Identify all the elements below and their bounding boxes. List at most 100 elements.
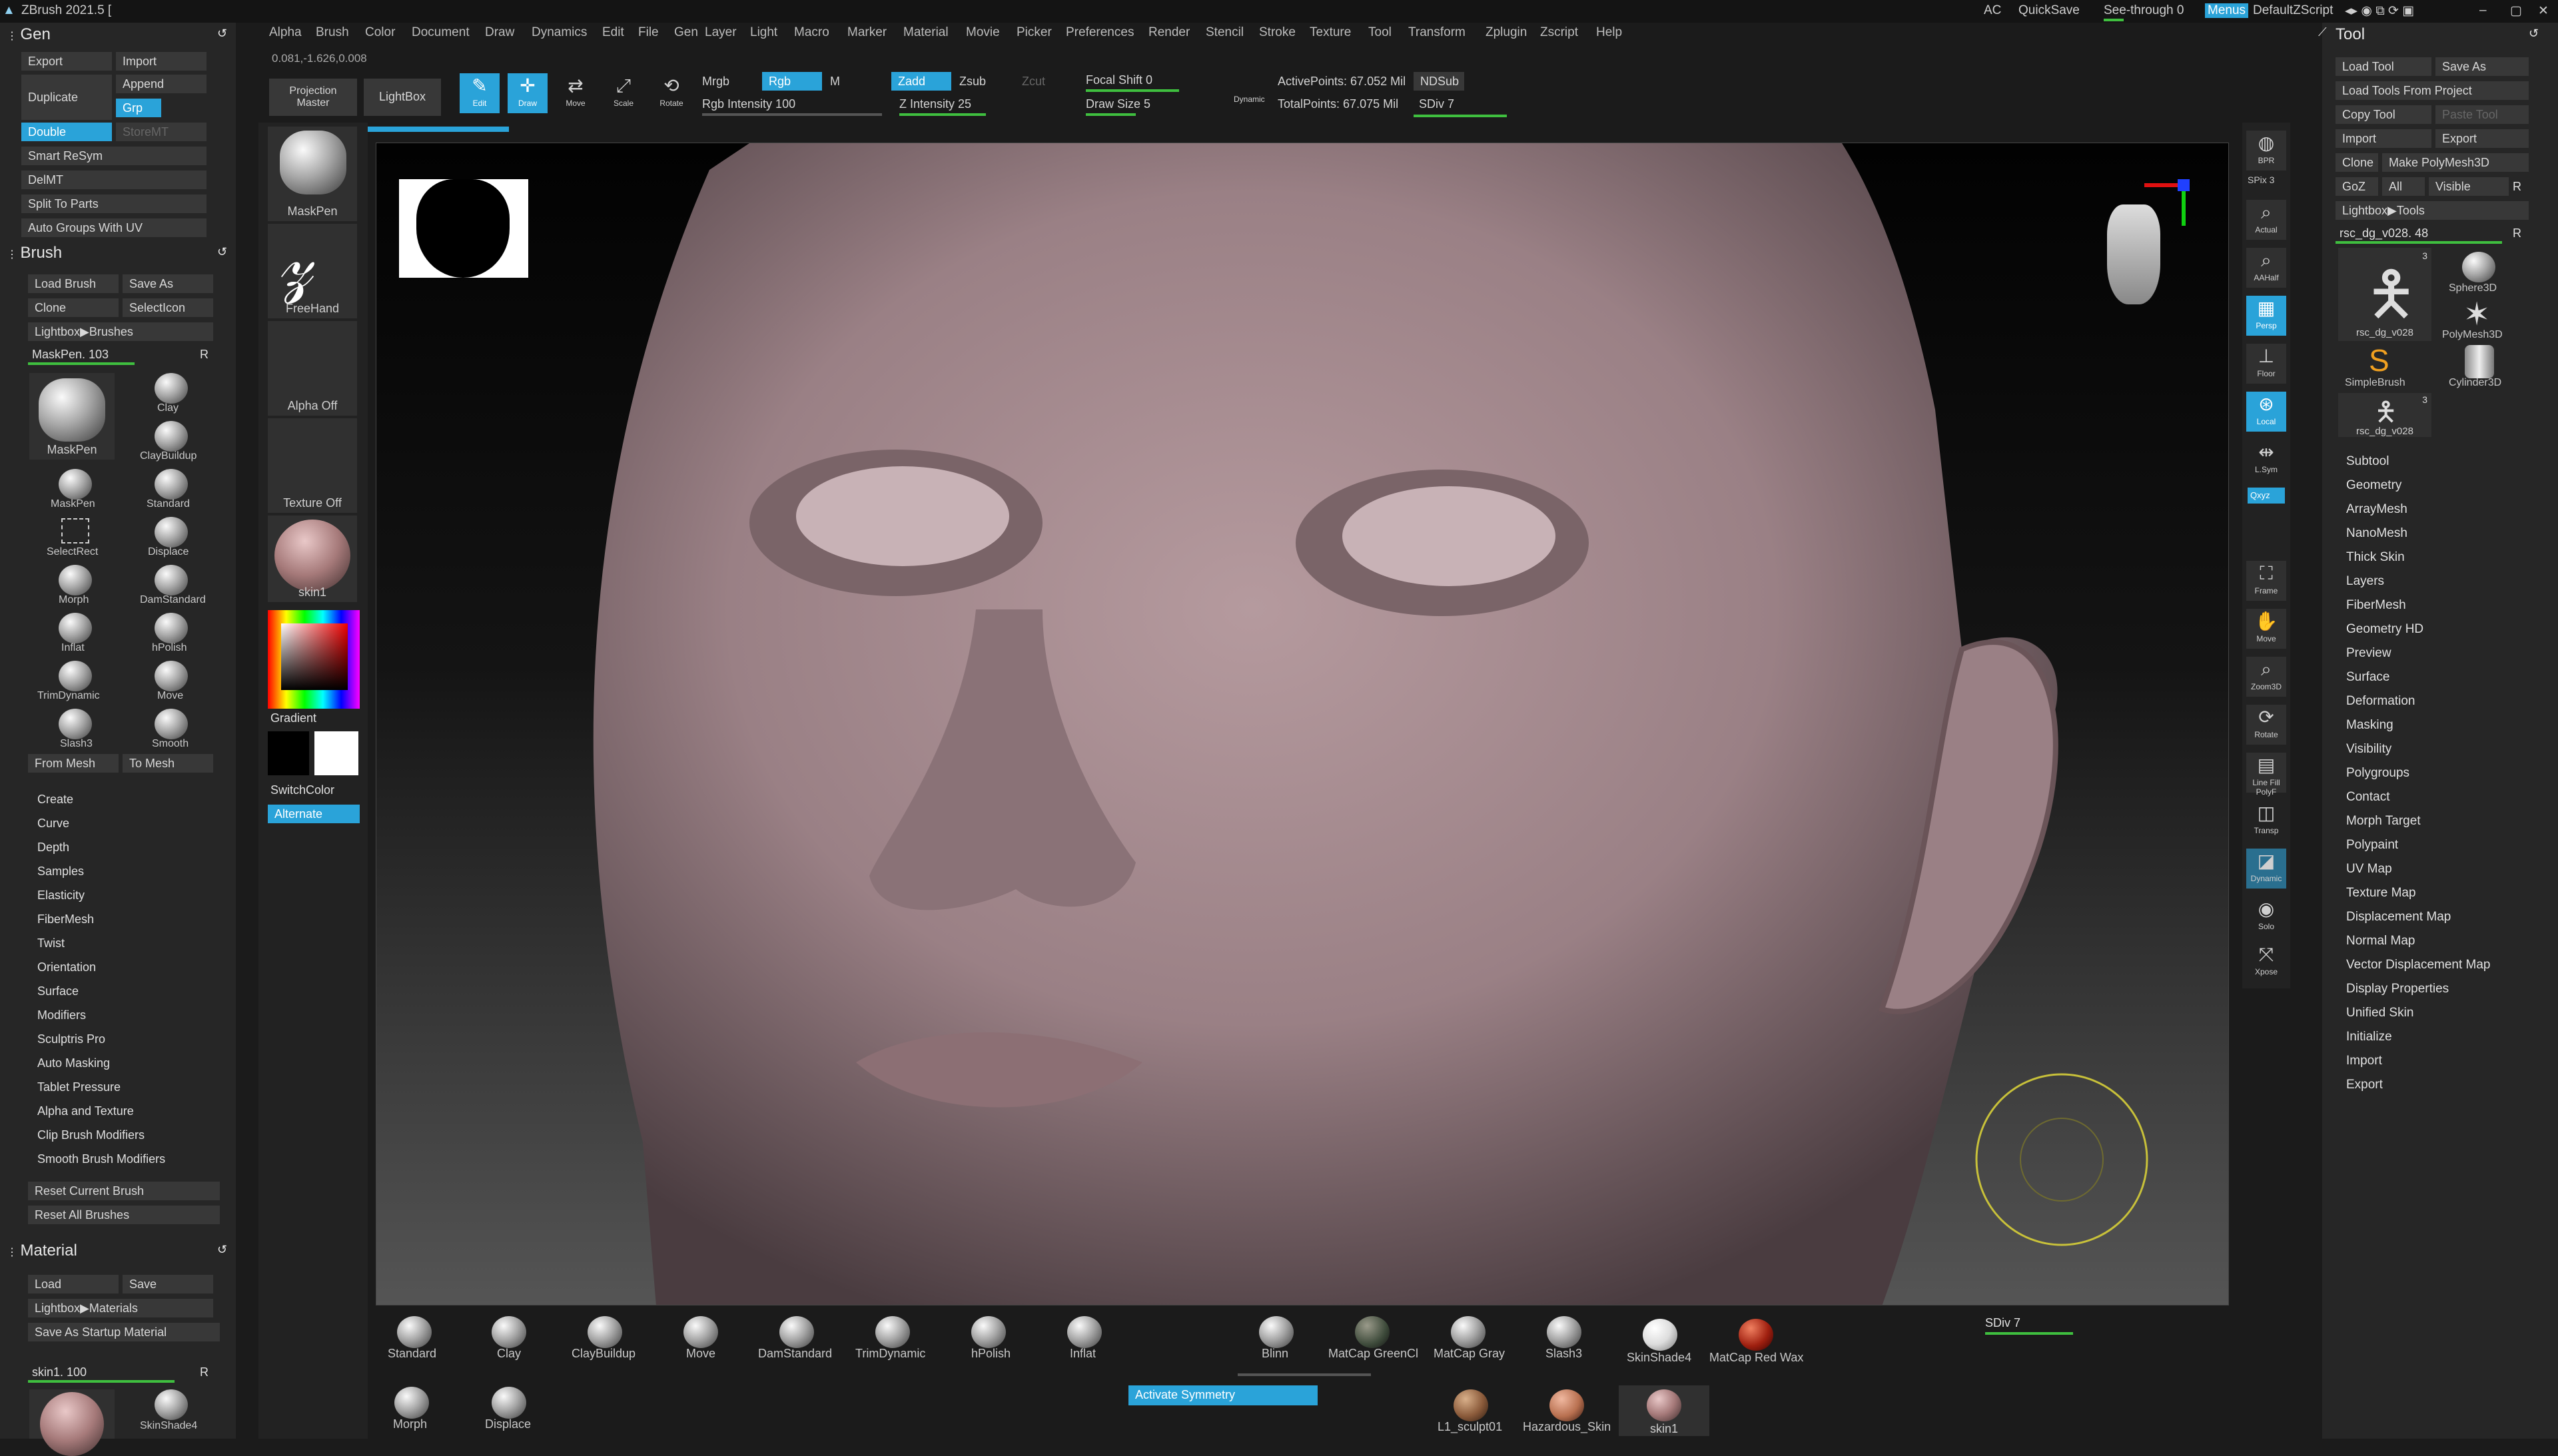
- bottom-claybuildup-brush-icon[interactable]: [588, 1316, 622, 1348]
- main-color-swatch[interactable]: [268, 731, 309, 775]
- brush-section-orientation[interactable]: Orientation: [37, 960, 96, 974]
- brush-section-surface[interactable]: Surface: [37, 984, 79, 998]
- gen-grp-toggle[interactable]: Grp: [116, 99, 161, 117]
- brush-slot-maskpen-large[interactable]: MaskPen: [29, 373, 115, 460]
- sphere3d-icon[interactable]: [2462, 252, 2495, 282]
- menu-gen[interactable]: Gen: [674, 25, 698, 40]
- rotate-mode-button[interactable]: ⟲ Rotate: [651, 73, 691, 113]
- tool-clone-button[interactable]: Clone: [2336, 153, 2378, 172]
- tool-section-texture-map[interactable]: Texture Map: [2346, 886, 2416, 901]
- menu-alpha[interactable]: Alpha: [269, 25, 302, 40]
- tool-header[interactable]: Tool: [2336, 25, 2365, 44]
- bottom-hazardous-skin-icon[interactable]: [1549, 1389, 1584, 1421]
- tool-save-as-button[interactable]: Save As: [2435, 57, 2529, 76]
- gen-split-to-parts-button[interactable]: Split To Parts: [21, 194, 207, 213]
- window-tool-icons[interactable]: ◂▸ ◉ ⧉ ⟳ ▣: [2345, 3, 2414, 19]
- material-restore-r[interactable]: R: [200, 1365, 209, 1379]
- local-button[interactable]: ⊛ Local: [2246, 392, 2286, 432]
- reset-current-brush-button[interactable]: Reset Current Brush: [28, 1182, 220, 1200]
- aahalf-button[interactable]: ⌕ AAHalf: [2246, 248, 2286, 288]
- see-through-slider[interactable]: See-through 0: [2104, 3, 2184, 18]
- load-tools-from-project-button[interactable]: Load Tools From Project: [2336, 81, 2529, 100]
- tool-section-polypaint[interactable]: Polypaint: [2346, 838, 2398, 853]
- lsym-button[interactable]: ⇹ L.Sym: [2246, 440, 2286, 480]
- material-reset-icon[interactable]: ↺: [217, 1243, 227, 1257]
- maximize-icon[interactable]: ▢: [2510, 3, 2522, 19]
- tool-section-subtool[interactable]: Subtool: [2346, 454, 2389, 469]
- freehand-stroke-slot[interactable]: 𝓏 FreeHand: [268, 220, 357, 318]
- sdiv-slider[interactable]: SDiv 7: [1419, 97, 1454, 111]
- move-mode-button[interactable]: ⇄ Move: [556, 73, 596, 113]
- floor-button[interactable]: ⊥ Floor: [2246, 344, 2286, 384]
- gen-auto-groups-uv-button[interactable]: Auto Groups With UV: [21, 218, 207, 237]
- bottom-displace-brush-icon[interactable]: [492, 1387, 526, 1419]
- menus-toggle[interactable]: Menus: [2205, 3, 2249, 18]
- gen-header[interactable]: ⋮ Gen: [7, 25, 51, 44]
- brush-restore-r[interactable]: R: [200, 348, 209, 362]
- brush-section-modifiers[interactable]: Modifiers: [37, 1008, 86, 1022]
- tool-section-preview[interactable]: Preview: [2346, 646, 2391, 661]
- quicksave-button[interactable]: QuickSave: [2018, 3, 2080, 18]
- rotate-view-button[interactable]: ⟳ Rotate: [2246, 705, 2286, 745]
- tool-section-arraymesh[interactable]: ArrayMesh: [2346, 502, 2407, 517]
- to-mesh-button[interactable]: To Mesh: [123, 754, 213, 773]
- tool-section-geometry[interactable]: Geometry: [2346, 478, 2401, 493]
- actual-button[interactable]: ⌕ Actual: [2246, 200, 2286, 240]
- menu-material[interactable]: Material: [903, 25, 949, 40]
- gen-storemt-button[interactable]: StoreMT: [116, 123, 207, 141]
- material-save-button[interactable]: Save: [123, 1275, 213, 1293]
- brush-section-samples[interactable]: Samples: [37, 865, 84, 879]
- tool-section-morph-target[interactable]: Morph Target: [2346, 814, 2421, 829]
- brush-section-fibermesh[interactable]: FiberMesh: [37, 912, 94, 926]
- bottom-standard-brush-icon[interactable]: [397, 1316, 432, 1348]
- bottom-hpolish-brush-icon[interactable]: [971, 1316, 1006, 1348]
- tool-section-surface[interactable]: Surface: [2346, 670, 2389, 685]
- brush-section-twist[interactable]: Twist: [37, 936, 65, 950]
- clay-brush-icon[interactable]: [155, 373, 188, 404]
- polyf-button[interactable]: ▤ Line Fill PolyF: [2246, 753, 2286, 797]
- inflat-brush-icon[interactable]: [59, 613, 92, 643]
- material-header[interactable]: ⋮ Material: [7, 1242, 77, 1260]
- menu-zplugin[interactable]: Zplugin: [1486, 25, 1527, 40]
- menu-brush[interactable]: Brush: [316, 25, 349, 40]
- persp-button[interactable]: ▦ Persp: [2246, 296, 2286, 336]
- tool-thumb-rsc-dg-v028-small[interactable]: 🯅 3 rsc_dg_v028: [2338, 393, 2431, 437]
- tool-section-polygroups[interactable]: Polygroups: [2346, 766, 2409, 781]
- brush-reset-icon[interactable]: ↺: [217, 245, 227, 259]
- bottom-matcap-gray-icon[interactable]: [1451, 1316, 1486, 1348]
- smooth-brush-icon[interactable]: [155, 709, 188, 739]
- zsub-toggle[interactable]: Zsub: [959, 75, 986, 89]
- ac-button[interactable]: AC: [1984, 3, 2001, 18]
- edit-mode-button[interactable]: ✎ Edit: [460, 73, 500, 113]
- displace-brush-icon[interactable]: [155, 517, 188, 547]
- bottom-damstandard-brush-icon[interactable]: [779, 1316, 814, 1348]
- gen-export-button[interactable]: Export: [21, 52, 112, 71]
- zadd-toggle[interactable]: Zadd: [891, 72, 951, 91]
- rgb-intensity-slider[interactable]: Rgb Intensity 100: [702, 97, 795, 111]
- standard-brush-icon[interactable]: [155, 469, 188, 500]
- z-intensity-slider[interactable]: Z Intensity 25: [899, 97, 971, 111]
- material-load-button[interactable]: Load: [28, 1275, 119, 1293]
- lightbox-tools-button[interactable]: Lightbox▶Tools: [2336, 201, 2529, 220]
- menu-zscript[interactable]: Zscript: [1540, 25, 1578, 40]
- gradient-label[interactable]: Gradient: [270, 711, 316, 725]
- reset-all-brushes-button[interactable]: Reset All Brushes: [28, 1206, 220, 1224]
- orientation-head-icon[interactable]: [2107, 204, 2160, 304]
- rotation-gizmo-icon[interactable]: [1975, 1073, 2148, 1246]
- default-zscript[interactable]: DefaultZScript: [2253, 3, 2333, 18]
- current-tool-slider[interactable]: rsc_dg_v028. 48: [2340, 226, 2428, 240]
- draw-mode-button[interactable]: ✛ Draw: [508, 73, 548, 113]
- skinshade4-material-icon[interactable]: [155, 1389, 188, 1420]
- tool-section-uv-map[interactable]: UV Map: [2346, 862, 2392, 877]
- bottom-morph-brush-icon[interactable]: [394, 1387, 429, 1419]
- bottom-skinshade4-icon[interactable]: [1643, 1319, 1677, 1351]
- brush-section-alpha-and-texture[interactable]: Alpha and Texture: [37, 1104, 134, 1118]
- brush-clone-button[interactable]: Clone: [28, 298, 119, 317]
- secondary-color-swatch[interactable]: [314, 731, 358, 775]
- gen-import-button[interactable]: Import: [116, 52, 207, 71]
- tool-section-initialize[interactable]: Initialize: [2346, 1030, 2392, 1044]
- tool-restore-r[interactable]: R: [2513, 226, 2521, 240]
- brush-section-clip-brush-modifiers[interactable]: Clip Brush Modifiers: [37, 1128, 145, 1142]
- goz-button[interactable]: GoZ: [2336, 177, 2378, 196]
- menu-texture[interactable]: Texture: [1310, 25, 1351, 40]
